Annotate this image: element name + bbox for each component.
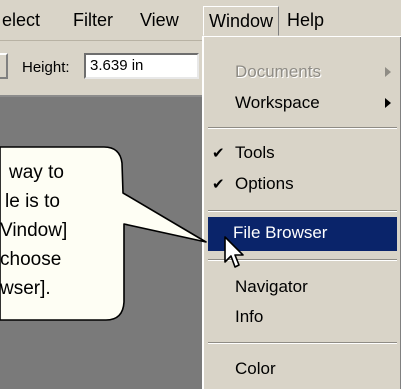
menu-window[interactable]: Window — [203, 6, 280, 36]
menu-item-color[interactable]: Color — [235, 358, 276, 380]
options-bar-edge — [0, 53, 8, 79]
height-label: Height: — [22, 59, 70, 76]
menu-help[interactable]: Help — [287, 9, 324, 31]
window-menu-dropdown: Documents Workspace ✔ Tools ✔ Options Fi… — [202, 36, 401, 389]
menu-item-options[interactable]: Options — [235, 173, 294, 195]
menu-bar: elect Filter View Window Help — [0, 0, 401, 41]
menu-item-documents[interactable]: Documents — [235, 61, 321, 83]
menu-separator — [208, 210, 397, 212]
arrow-pointer-icon — [224, 236, 244, 268]
menu-item-tools[interactable]: Tools — [235, 142, 275, 164]
callout-text: way to le is to Vindow] choose wser]. — [0, 158, 190, 303]
callout-line: choose — [0, 249, 62, 270]
height-field[interactable]: 3.639 in — [84, 53, 199, 79]
callout-line: wser]. — [0, 278, 51, 299]
check-icon: ✔ — [212, 176, 225, 193]
check-icon: ✔ — [212, 145, 225, 162]
menu-item-info[interactable]: Info — [235, 306, 263, 328]
submenu-arrow-icon — [385, 67, 391, 77]
menu-item-workspace[interactable]: Workspace — [235, 92, 320, 114]
callout-line: le is to — [5, 191, 60, 212]
submenu-arrow-icon — [385, 98, 391, 108]
menu-separator — [208, 127, 397, 129]
menu-select[interactable]: elect — [2, 9, 40, 31]
callout-line: Vindow] — [0, 220, 68, 241]
menu-filter[interactable]: Filter — [73, 9, 113, 31]
menu-separator — [208, 342, 397, 344]
menu-item-navigator[interactable]: Navigator — [235, 276, 308, 298]
menu-view[interactable]: View — [140, 9, 179, 31]
callout-line: way to — [9, 162, 64, 183]
menu-item-file-browser-label: File Browser — [233, 223, 328, 242]
